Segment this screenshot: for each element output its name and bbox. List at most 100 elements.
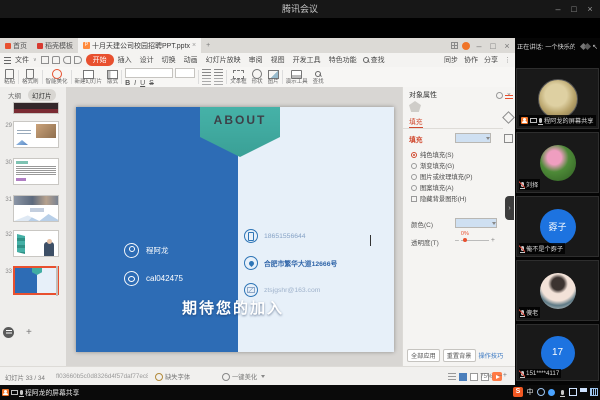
minimize-button[interactable]: –: [550, 2, 566, 16]
strikethrough-button[interactable]: S: [149, 80, 154, 87]
menu-features[interactable]: 特色功能: [325, 55, 361, 65]
apply-all-button[interactable]: 全部应用: [407, 349, 440, 362]
menu-file[interactable]: 文件: [11, 55, 33, 65]
tab-outline[interactable]: 大纲: [4, 89, 25, 101]
menu-animation[interactable]: 动画: [180, 55, 202, 65]
wps-minimize-button[interactable]: –: [474, 39, 484, 53]
animation-pane-icon[interactable]: [505, 95, 513, 101]
mail-icon[interactable]: [569, 388, 577, 396]
font-size-select[interactable]: [175, 68, 195, 78]
bullet-list-icon[interactable]: [202, 69, 211, 76]
option-solid-fill[interactable]: 纯色填充(S): [411, 149, 472, 160]
slider-handle[interactable]: [463, 238, 467, 242]
participant-tile[interactable]: 孬子 俺不是个孬子: [516, 196, 599, 257]
new-slide-button[interactable]: 新建幻灯片: [75, 67, 103, 87]
maximize-button[interactable]: □: [566, 2, 582, 16]
tab-slides[interactable]: 幻灯片: [28, 89, 56, 101]
menu-start[interactable]: 开始: [86, 54, 114, 66]
smart-beautify-button[interactable]: 智能美化: [46, 67, 68, 87]
slide-thumbnail-32[interactable]: [13, 230, 59, 257]
sync-button[interactable]: 同步: [444, 55, 458, 65]
navigation-fab[interactable]: [3, 327, 14, 338]
underline-button[interactable]: U: [140, 80, 145, 87]
selection-pane-icon[interactable]: [504, 134, 513, 143]
menu-transition[interactable]: 切换: [158, 55, 180, 65]
share-button[interactable]: 分享: [484, 55, 498, 65]
menu-insert[interactable]: 插入: [114, 55, 136, 65]
save-icon[interactable]: [41, 56, 49, 64]
panel-collapse-handle[interactable]: ›: [505, 196, 514, 220]
sogou-input-icon[interactable]: S: [513, 387, 523, 397]
slide-thumbnail-partial[interactable]: [13, 102, 59, 114]
align-left-icon[interactable]: [202, 78, 211, 85]
tips-link[interactable]: 操作技巧: [479, 351, 504, 360]
redo-icon[interactable]: [74, 56, 82, 64]
transparency-slider[interactable]: – 0% +: [455, 237, 495, 244]
wps-maximize-button[interactable]: □: [488, 39, 498, 53]
network-icon[interactable]: [537, 388, 545, 396]
thumbnails-scrollbar[interactable]: [56, 266, 58, 296]
slide-thumbnail-33-selected[interactable]: [13, 266, 59, 295]
picture-button[interactable]: 图片: [268, 67, 279, 87]
participant-tile[interactable]: 程阿龙的屏幕共享: [516, 68, 599, 129]
shapes-button[interactable]: 形状: [252, 67, 263, 87]
option-gradient-fill[interactable]: 渐变填充(G): [411, 160, 472, 171]
menu-review[interactable]: 审阅: [245, 55, 267, 65]
option-hide-background[interactable]: 隐藏背景图形(H): [411, 193, 472, 204]
numbered-list-icon[interactable]: [214, 69, 223, 76]
wps-close-button[interactable]: ×: [502, 39, 512, 53]
contacts-icon[interactable]: [580, 388, 587, 396]
undo-icon[interactable]: [63, 56, 71, 64]
zoom-in-button[interactable]: +: [503, 372, 507, 379]
reset-background-button[interactable]: 重置背景: [443, 349, 476, 362]
missing-fonts-warning[interactable]: 缺失字体: [155, 372, 190, 381]
back-arrow-icon[interactable]: ↖: [592, 43, 598, 51]
menu-devtools[interactable]: 开发工具: [289, 55, 325, 65]
format-painter-button[interactable]: 格式刷: [22, 67, 39, 87]
zoom-out-button[interactable]: –: [498, 372, 502, 379]
tab-close-icon[interactable]: ×: [192, 42, 196, 49]
option-pattern-fill[interactable]: 图案填充(A): [411, 182, 472, 193]
new-tab-button[interactable]: +: [201, 38, 215, 53]
more-icon[interactable]: ⋮: [504, 56, 511, 64]
participant-tile[interactable]: 17 151****4117: [516, 324, 599, 381]
qq-icon[interactable]: [548, 389, 555, 396]
font-family-select[interactable]: [125, 68, 173, 78]
tab-docer[interactable]: 稻壳模板: [32, 38, 78, 53]
print-icon[interactable]: [52, 56, 60, 64]
account-avatar[interactable]: [462, 42, 470, 50]
color-dropdown[interactable]: [455, 218, 497, 228]
textbox-button[interactable]: 文本框: [230, 67, 247, 87]
normal-view-icon[interactable]: [459, 373, 467, 381]
slide-thumbnail-30[interactable]: [13, 158, 59, 185]
close-button[interactable]: ×: [582, 2, 598, 16]
participant-tile[interactable]: 刘择: [516, 132, 599, 193]
find-button[interactable]: 查找: [313, 67, 324, 87]
presenter-tools-button[interactable]: 演示工具: [286, 67, 308, 87]
screen-share-banner[interactable]: 程阿龙的屏幕共享: [2, 387, 79, 397]
one-click-beautify-button[interactable]: 一键美化: [222, 372, 265, 381]
italic-button[interactable]: I: [134, 80, 136, 87]
add-slide-button[interactable]: +: [26, 327, 32, 338]
slide-sorter-icon[interactable]: [470, 373, 478, 381]
menu-design[interactable]: 设计: [136, 55, 158, 65]
menu-view[interactable]: 视图: [267, 55, 289, 65]
layout-button[interactable]: 版式: [107, 67, 118, 87]
bold-button[interactable]: B: [125, 80, 130, 87]
notes-icon[interactable]: [448, 373, 456, 380]
smart-assistant-icon[interactable]: [502, 111, 515, 124]
tab-home[interactable]: 首页: [0, 38, 32, 53]
menu-find[interactable]: 查找: [363, 55, 386, 65]
tab-document[interactable]: P 十月天建公司校园招聘PPT.pptx ×: [78, 38, 201, 53]
slide-thumbnail-29[interactable]: [13, 121, 59, 148]
option-picture-fill[interactable]: 图片或纹理填充(P): [411, 171, 472, 182]
collaborate-button[interactable]: 协作: [464, 55, 478, 65]
paste-button[interactable]: 粘贴: [4, 67, 15, 87]
ime-icon[interactable]: 中: [526, 388, 534, 396]
participant-tile[interactable]: 傻老: [516, 260, 599, 321]
tray-mic-icon[interactable]: [558, 388, 566, 396]
slide[interactable]: ABOUT 程阿龙 cal042475 期待您的加入: [76, 107, 394, 352]
slide-thumbnail-31[interactable]: [13, 195, 59, 222]
align-center-icon[interactable]: [214, 78, 223, 85]
fill-style-dropdown[interactable]: [455, 133, 491, 143]
